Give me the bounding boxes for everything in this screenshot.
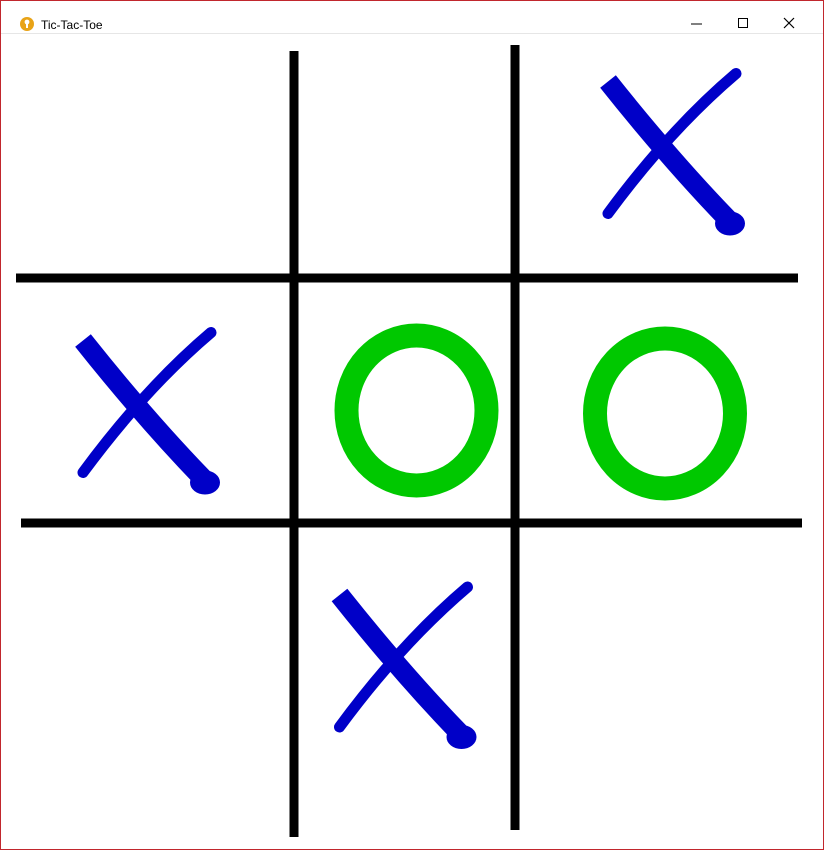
board-cell-2-3[interactable] xyxy=(519,282,801,519)
board-cell-3-3[interactable] xyxy=(519,527,801,839)
board-cell-3-1[interactable] xyxy=(16,527,290,839)
board-cell-1-1[interactable] xyxy=(16,41,290,274)
game-window: Tic-Tac-Toe xyxy=(0,0,824,850)
board-cell-2-1[interactable] xyxy=(16,282,290,519)
board-cell-1-3[interactable] xyxy=(519,41,801,274)
board-cell-1-2[interactable] xyxy=(298,41,511,274)
board-cell-2-2[interactable] xyxy=(298,282,511,519)
board-cell-3-2[interactable] xyxy=(298,527,511,839)
game-board xyxy=(16,41,802,839)
